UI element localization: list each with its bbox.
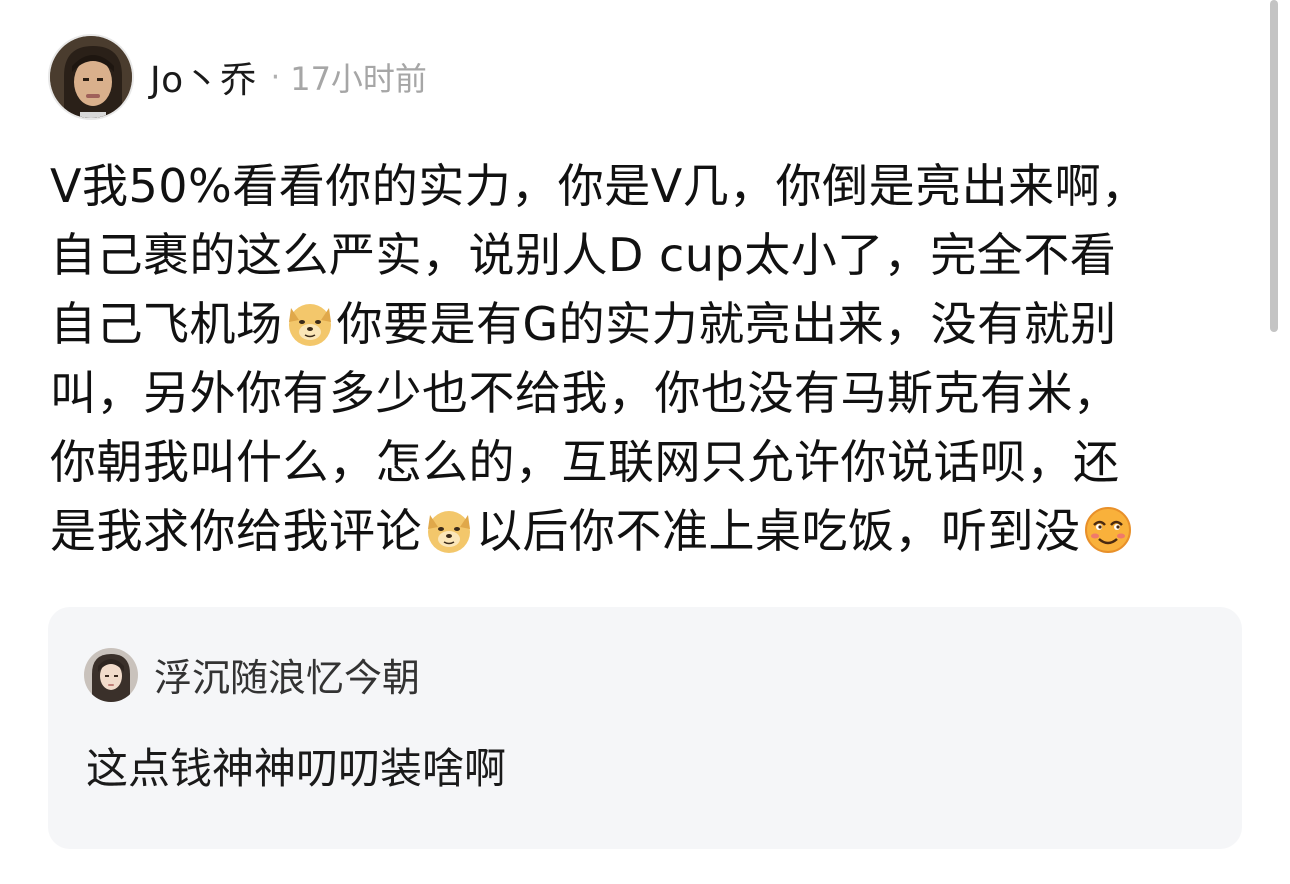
post-header: Jo丶乔 · 17小时前: [48, 34, 427, 120]
quoted-comment-card[interactable]: 浮沉随浪忆今朝 这点钱神神叨叨装啥啊: [48, 607, 1242, 849]
avatar[interactable]: [84, 647, 138, 702]
post-line: V我50%看看你的实力，你是V几，你倒是亮出来啊，: [50, 159, 1148, 213]
smirk-icon: [1083, 505, 1133, 555]
quoted-username[interactable]: 浮沉随浪忆今朝: [154, 647, 420, 702]
post-line: 叫，另外你有多少也不给我，你也没有马斯克有米，: [50, 366, 1120, 420]
avatar[interactable]: [48, 34, 134, 120]
separator-dot: ·: [270, 59, 281, 95]
post-text: 以后你不准上桌吃饭，听到没: [476, 504, 1081, 558]
post-line: 你朝我叫什么，怎么的，互联网只允许你说话呗，还: [50, 435, 1120, 489]
post-timestamp: 17小时前: [290, 60, 427, 98]
scrollbar[interactable]: [1270, 0, 1278, 332]
doge-icon: [424, 505, 474, 555]
post-line: 自己飞机场 你要是有G的实力就亮出来，没有就别: [50, 290, 1240, 359]
username[interactable]: Jo丶乔: [150, 51, 257, 103]
quoted-comment-header: 浮沉随浪忆今朝: [84, 647, 420, 702]
post-line: 自己裹的这么严实，说别人D cup太小了，完全不看: [50, 228, 1117, 282]
doge-icon: [285, 298, 335, 348]
post-text: 自己飞机场: [50, 297, 283, 351]
quoted-comment-text: 这点钱神神叨叨装啥啊: [86, 744, 507, 793]
post-body: V我50%看看你的实力，你是V几，你倒是亮出来啊， 自己裹的这么严实，说别人D …: [50, 152, 1240, 566]
post-text: 你要是有G的实力就亮出来，没有就别: [336, 297, 1117, 351]
post-text: 是我求你给我评论: [50, 504, 422, 558]
post-line: 是我求你给我评论 以后你不准上桌吃饭，听到没: [50, 497, 1240, 566]
